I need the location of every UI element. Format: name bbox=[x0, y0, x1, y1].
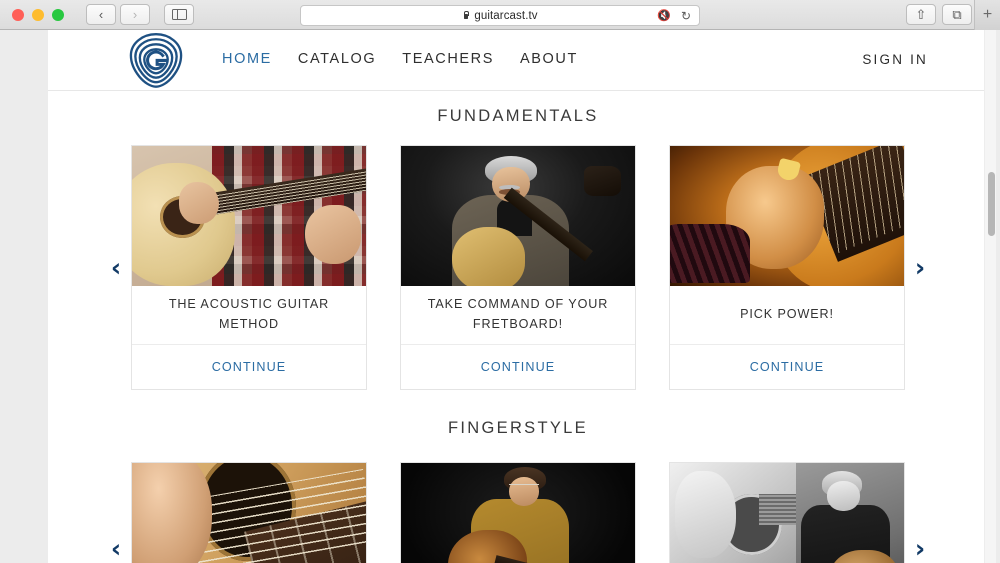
nav-item-catalog[interactable]: CATALOG bbox=[298, 51, 376, 67]
reload-icon[interactable]: ↻ bbox=[681, 9, 691, 23]
section-fundamentals: FUNDAMENTALS ‹ THE ACOUSTIC GUITAR METHO… bbox=[48, 91, 988, 390]
carousel-next-arrow-fingerstyle[interactable]: › bbox=[908, 536, 932, 561]
course-title: PICK POWER! bbox=[740, 307, 834, 322]
lock-icon bbox=[462, 11, 470, 20]
browser-nav-buttons: ‹ › bbox=[86, 4, 150, 25]
course-action-wrap: CONTINUE bbox=[670, 345, 904, 389]
course-thumbnail-mustard-shirt-guitarist bbox=[401, 463, 635, 563]
section-title-fundamentals: FUNDAMENTALS bbox=[437, 107, 599, 125]
back-button[interactable]: ‹ bbox=[86, 4, 116, 25]
carousel-prev-arrow-fundamentals[interactable]: ‹ bbox=[104, 255, 128, 280]
minimize-window-button[interactable] bbox=[32, 8, 44, 21]
page-scrollbar-track[interactable] bbox=[984, 30, 996, 563]
carousel-fingerstyle: ‹ › bbox=[48, 462, 988, 563]
speaker-mute-icon[interactable]: 🔇 bbox=[657, 9, 671, 22]
continue-button[interactable]: CONTINUE bbox=[750, 360, 825, 374]
course-card[interactable]: PICK POWER! CONTINUE bbox=[669, 145, 905, 390]
share-icon[interactable]: ⇧ bbox=[906, 4, 936, 25]
course-title: TAKE COMMAND OF YOUR FRETBOARD! bbox=[427, 297, 609, 331]
course-thumbnail-take-command-fretboard bbox=[401, 146, 635, 286]
sidebar-icon bbox=[171, 8, 187, 21]
section-fingerstyle: FINGERSTYLE ‹ › bbox=[48, 390, 988, 563]
main-nav: HOME CATALOG TEACHERS ABOUT bbox=[222, 51, 578, 67]
course-card[interactable] bbox=[669, 462, 905, 563]
nav-label-teachers: TEACHERS bbox=[402, 51, 495, 67]
course-card[interactable]: TAKE COMMAND OF YOUR FRETBOARD! CONTINUE bbox=[400, 145, 636, 390]
nav-item-teachers[interactable]: TEACHERS bbox=[402, 51, 494, 67]
zoom-window-button[interactable] bbox=[52, 8, 64, 21]
course-card[interactable] bbox=[400, 462, 636, 563]
show-tabs-icon[interactable]: ⧉ bbox=[942, 4, 972, 25]
browser-right-buttons: ⇧ ⧉ bbox=[906, 4, 972, 25]
nav-item-about[interactable]: ABOUT bbox=[520, 51, 578, 67]
course-card[interactable]: THE ACOUSTIC GUITAR METHOD CONTINUE bbox=[131, 145, 367, 390]
site-header: HOME CATALOG TEACHERS ABOUT SIGN IN bbox=[48, 30, 988, 91]
nav-label-about: ABOUT bbox=[520, 51, 578, 67]
address-bar[interactable]: guitarcast.tv 🔇 ↻ bbox=[300, 5, 700, 26]
course-thumbnail-bw-guitarist bbox=[670, 463, 904, 563]
page-scrollbar-thumb[interactable] bbox=[987, 172, 995, 236]
page-content: HOME CATALOG TEACHERS ABOUT SIGN IN FUND… bbox=[48, 30, 988, 563]
close-window-button[interactable] bbox=[12, 8, 24, 21]
sidebar-toggle-button[interactable] bbox=[164, 4, 194, 25]
window-traffic-lights bbox=[12, 8, 64, 21]
section-title-fingerstyle: FINGERSTYLE bbox=[448, 419, 588, 437]
url-text: guitarcast.tv bbox=[474, 9, 538, 22]
carousel-next-arrow-fundamentals[interactable]: › bbox=[908, 255, 932, 280]
course-thumbnail-acoustic-guitar-method bbox=[132, 146, 366, 286]
carousel-prev-arrow-fingerstyle[interactable]: ‹ bbox=[104, 536, 128, 561]
browser-viewport: HOME CATALOG TEACHERS ABOUT SIGN IN FUND… bbox=[0, 30, 1000, 563]
nav-label-home: HOME bbox=[222, 51, 272, 67]
course-card[interactable] bbox=[131, 462, 367, 563]
course-action-wrap: CONTINUE bbox=[401, 345, 635, 389]
course-title-wrap: THE ACOUSTIC GUITAR METHOD bbox=[132, 286, 366, 345]
continue-button[interactable]: CONTINUE bbox=[212, 360, 287, 374]
guitarcast-logo-icon[interactable] bbox=[128, 32, 184, 90]
nav-label-catalog: CATALOG bbox=[297, 51, 377, 67]
course-thumbnail-fingerpicking bbox=[132, 463, 366, 563]
browser-toolbar: ‹ › guitarcast.tv 🔇 ↻ ⇧ ⧉ + bbox=[0, 0, 1000, 30]
continue-button[interactable]: CONTINUE bbox=[481, 360, 556, 374]
course-title-wrap: PICK POWER! bbox=[670, 286, 904, 345]
carousel-fundamentals: ‹ THE ACOUSTIC GUITAR METHOD CONTINUE TA… bbox=[48, 145, 988, 390]
new-tab-button[interactable]: + bbox=[974, 0, 1000, 30]
course-thumbnail-pick-power bbox=[670, 146, 904, 286]
forward-button[interactable]: › bbox=[120, 4, 150, 25]
nav-item-home[interactable]: HOME bbox=[222, 51, 272, 67]
course-action-wrap: CONTINUE bbox=[132, 345, 366, 389]
course-title-wrap: TAKE COMMAND OF YOUR FRETBOARD! bbox=[401, 286, 635, 345]
course-title: THE ACOUSTIC GUITAR METHOD bbox=[168, 297, 330, 331]
sign-in-link[interactable]: SIGN IN bbox=[862, 52, 928, 67]
